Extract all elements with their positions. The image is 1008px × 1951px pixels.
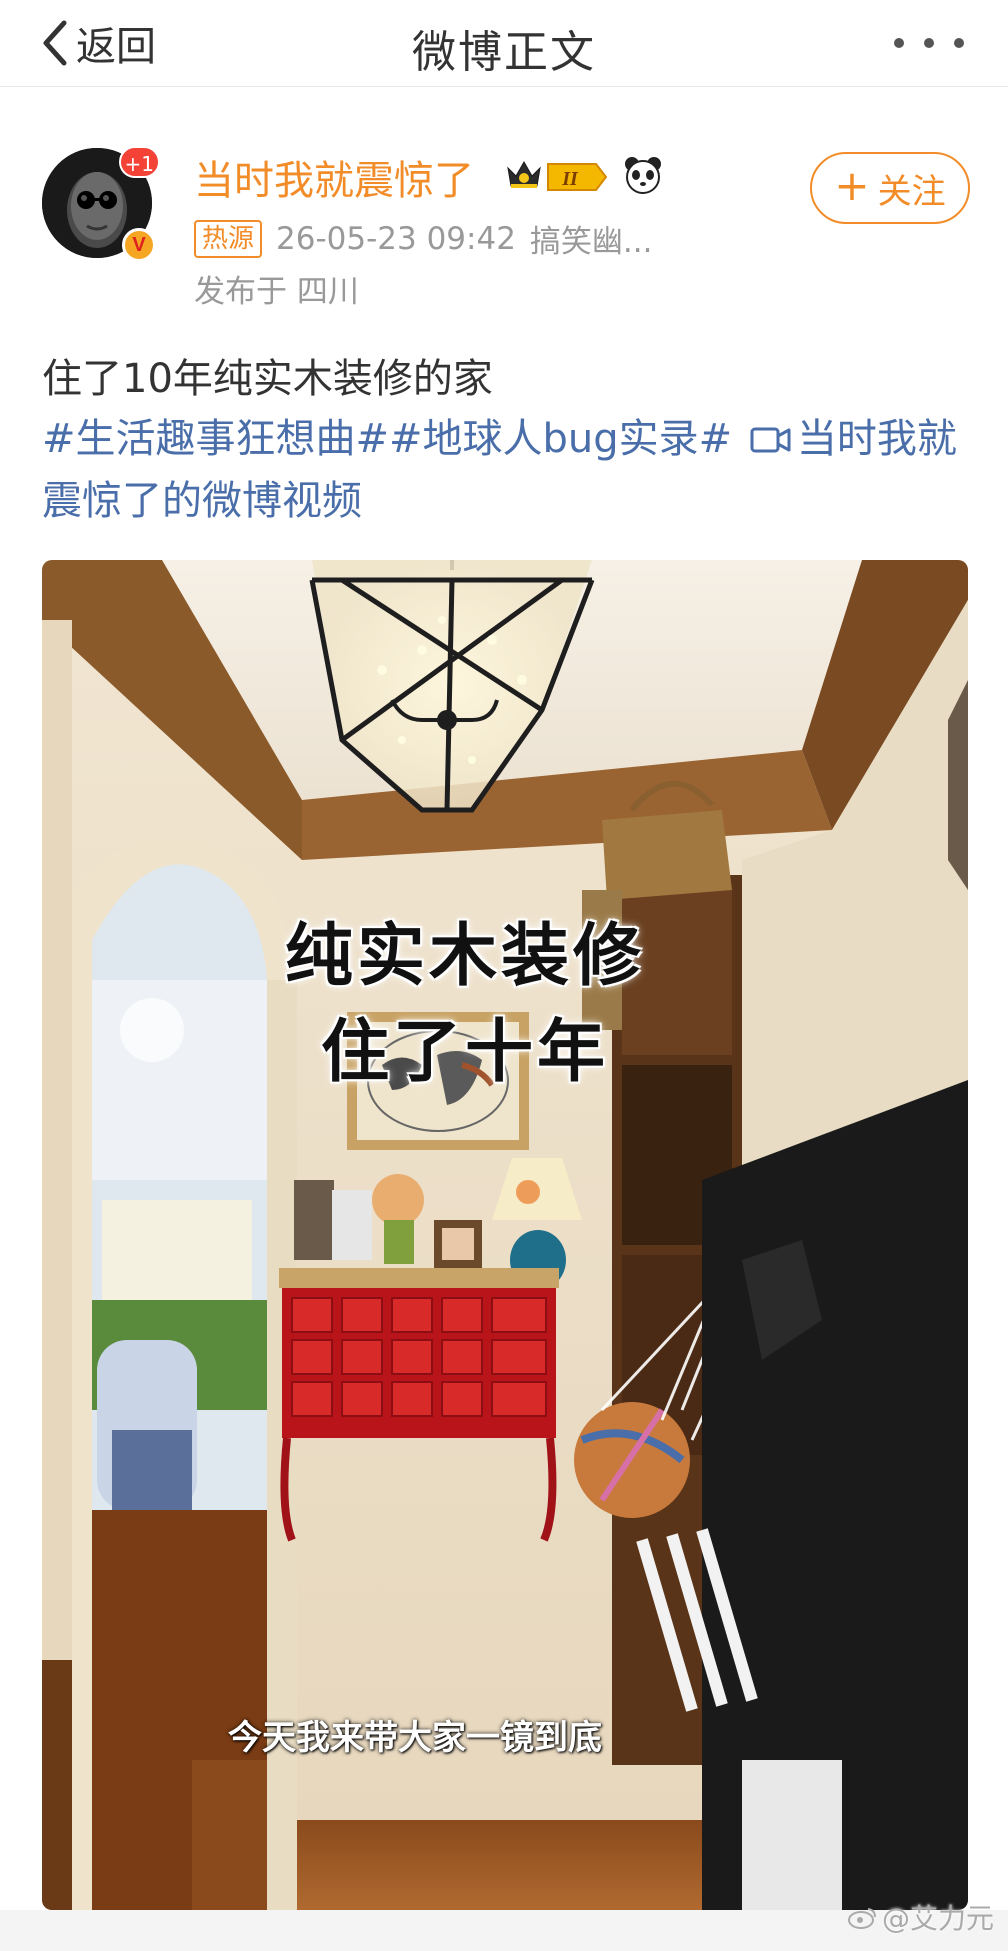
post-text: 住了10年纯实木装修的家 xyxy=(42,356,493,402)
video-frame xyxy=(42,560,968,1910)
post-hashtags: #生活趣事狂想曲##地球人bug实录# 当时我就震惊了的微博视频 xyxy=(42,408,982,532)
top-nav-bar: 返回 微博正文 xyxy=(0,0,1008,87)
post-location: 发布于 四川 xyxy=(194,274,359,310)
more-dots-icon[interactable] xyxy=(894,28,964,58)
post-source[interactable]: 搞笑幽... xyxy=(530,216,653,261)
panda-icon xyxy=(625,157,661,194)
hashtag-link[interactable]: #生活趣事狂想曲# xyxy=(42,416,389,462)
post-meta: 热源 26-05-23 09:42 搞笑幽... xyxy=(194,216,652,261)
video-camera-icon xyxy=(750,427,791,453)
plus-icon: + xyxy=(834,161,870,210)
notification-badge: +1 xyxy=(118,146,160,178)
verified-badge: V xyxy=(122,228,156,262)
crown-icon xyxy=(507,160,541,188)
video-caption: 今天我来带大家一镜到底 xyxy=(228,1718,602,1758)
author-name[interactable]: 当时我就震惊了 xyxy=(194,148,474,206)
video-overlay-subtitle: 住了十年 xyxy=(320,1013,609,1092)
level-text: II xyxy=(561,168,579,190)
video-player[interactable]: 纯实木装修 住了十年 今天我来带大家一镜到底 xyxy=(42,560,968,1910)
follow-button[interactable]: + 关注 xyxy=(810,152,970,224)
watermark-text: @艾力元 xyxy=(881,1902,994,1935)
hot-tag: 热源 xyxy=(194,219,263,258)
video-overlay-title: 纯实木装修 xyxy=(284,917,645,996)
watermark: @艾力元 xyxy=(847,1897,994,1937)
level-badge-icon: II xyxy=(547,163,608,191)
post-timestamp: 26-05-23 09:42 xyxy=(276,220,516,257)
author-avatar[interactable]: +1 V xyxy=(42,146,160,262)
page-title: 微博正文 xyxy=(412,27,596,78)
follow-label: 关注 xyxy=(877,171,946,212)
weibo-logo-icon xyxy=(847,1908,876,1929)
hashtag-link[interactable]: #地球人bug实录# xyxy=(389,416,732,462)
